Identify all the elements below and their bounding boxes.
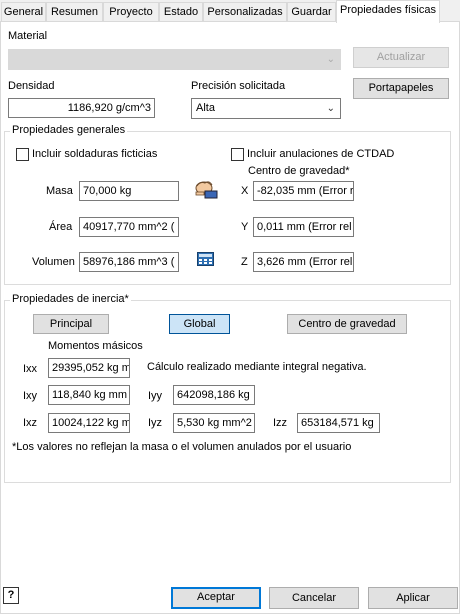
z-field[interactable]: 3,626 mm (Error rel: [253, 252, 354, 272]
ixz-field[interactable]: 10024,122 kg m: [48, 413, 130, 433]
ixx-label: Ixx: [23, 363, 38, 375]
cancel-button[interactable]: Cancelar: [269, 587, 359, 609]
volume-label: Volumen: [32, 256, 75, 268]
x-field[interactable]: -82,035 mm (Error r: [253, 181, 354, 201]
tab-general[interactable]: General: [1, 2, 46, 22]
mass-label: Masa: [46, 185, 73, 197]
ixx-field[interactable]: 29395,052 kg m: [48, 358, 130, 378]
chevron-down-icon: ⌄: [326, 103, 335, 114]
center-of-gravity-button[interactable]: Centro de gravedad: [287, 314, 407, 334]
include-overrides-checkbox[interactable]: [231, 148, 244, 161]
iyy-label: Iyy: [148, 390, 163, 402]
x-label: X: [241, 185, 249, 197]
area-label: Área: [49, 221, 73, 233]
tab-guardar[interactable]: Guardar: [287, 2, 336, 22]
iyy-field[interactable]: 642098,186 kg: [173, 385, 255, 405]
calculator-icon[interactable]: [197, 252, 214, 266]
material-label: Material: [8, 30, 48, 42]
precision-value: Alta: [196, 102, 215, 114]
general-properties-title: Propiedades generales: [10, 124, 128, 136]
calculation-note: Cálculo realizado mediante integral nega…: [147, 361, 367, 373]
include-welds-label: Incluir soldaduras ficticias: [32, 148, 158, 160]
area-field[interactable]: 40917,770 mm^2 (: [79, 217, 179, 237]
tab-estado[interactable]: Estado: [159, 2, 203, 22]
tab-proyecto[interactable]: Proyecto: [103, 2, 159, 22]
global-button[interactable]: Global: [169, 314, 230, 334]
inertia-properties-title: Propiedades de inercia*: [10, 293, 131, 305]
tab-personalizadas[interactable]: Personalizadas: [203, 2, 287, 22]
ixy-label: Ixy: [23, 390, 38, 402]
ixz-label: Ixz: [23, 417, 38, 429]
iyz-field[interactable]: 5,530 kg mm^2: [173, 413, 255, 433]
density-label: Densidad: [8, 80, 55, 92]
precision-label: Precisión solicitada: [191, 80, 286, 92]
footnote: *Los valores no reflejan la masa o el vo…: [12, 441, 352, 453]
material-select: ⌄: [8, 49, 341, 70]
accept-button[interactable]: Aceptar: [171, 587, 261, 609]
tab-bar: General Resumen Proyecto Estado Personal…: [0, 0, 460, 23]
iyz-label: Iyz: [148, 417, 163, 429]
mass-override-icon[interactable]: [193, 179, 219, 201]
volume-field[interactable]: 58976,186 mm^3 (: [79, 252, 179, 272]
help-button[interactable]: ?: [3, 587, 19, 604]
principal-button[interactable]: Principal: [33, 314, 109, 334]
include-overrides-label: Incluir anulaciones de CTDAD: [247, 148, 395, 160]
include-welds-checkbox[interactable]: [16, 148, 29, 161]
tab-resumen[interactable]: Resumen: [46, 2, 103, 22]
ixy-field[interactable]: 118,840 kg mm: [48, 385, 130, 405]
precision-select[interactable]: Alta ⌄: [191, 98, 341, 119]
apply-button[interactable]: Aplicar: [368, 587, 458, 609]
help-icon: ?: [7, 589, 15, 601]
z-label: Z: [241, 256, 248, 268]
mass-field[interactable]: 70,000 kg: [79, 181, 179, 201]
y-field[interactable]: 0,011 mm (Error rel: [253, 217, 354, 237]
cog-title: Centro de gravedad*: [248, 165, 350, 177]
moments-label: Momentos másicos: [48, 340, 143, 352]
density-field[interactable]: 1186,920 g/cm^3: [8, 98, 155, 118]
y-label: Y: [241, 221, 249, 233]
izz-label: Izz: [273, 417, 288, 429]
clipboard-button[interactable]: Portapapeles: [353, 78, 449, 99]
chevron-down-icon: ⌄: [326, 54, 335, 65]
izz-field[interactable]: 653184,571 kg: [297, 413, 380, 433]
update-button: Actualizar: [353, 47, 449, 68]
tab-propiedades-fisicas[interactable]: Propiedades físicas: [336, 0, 440, 23]
